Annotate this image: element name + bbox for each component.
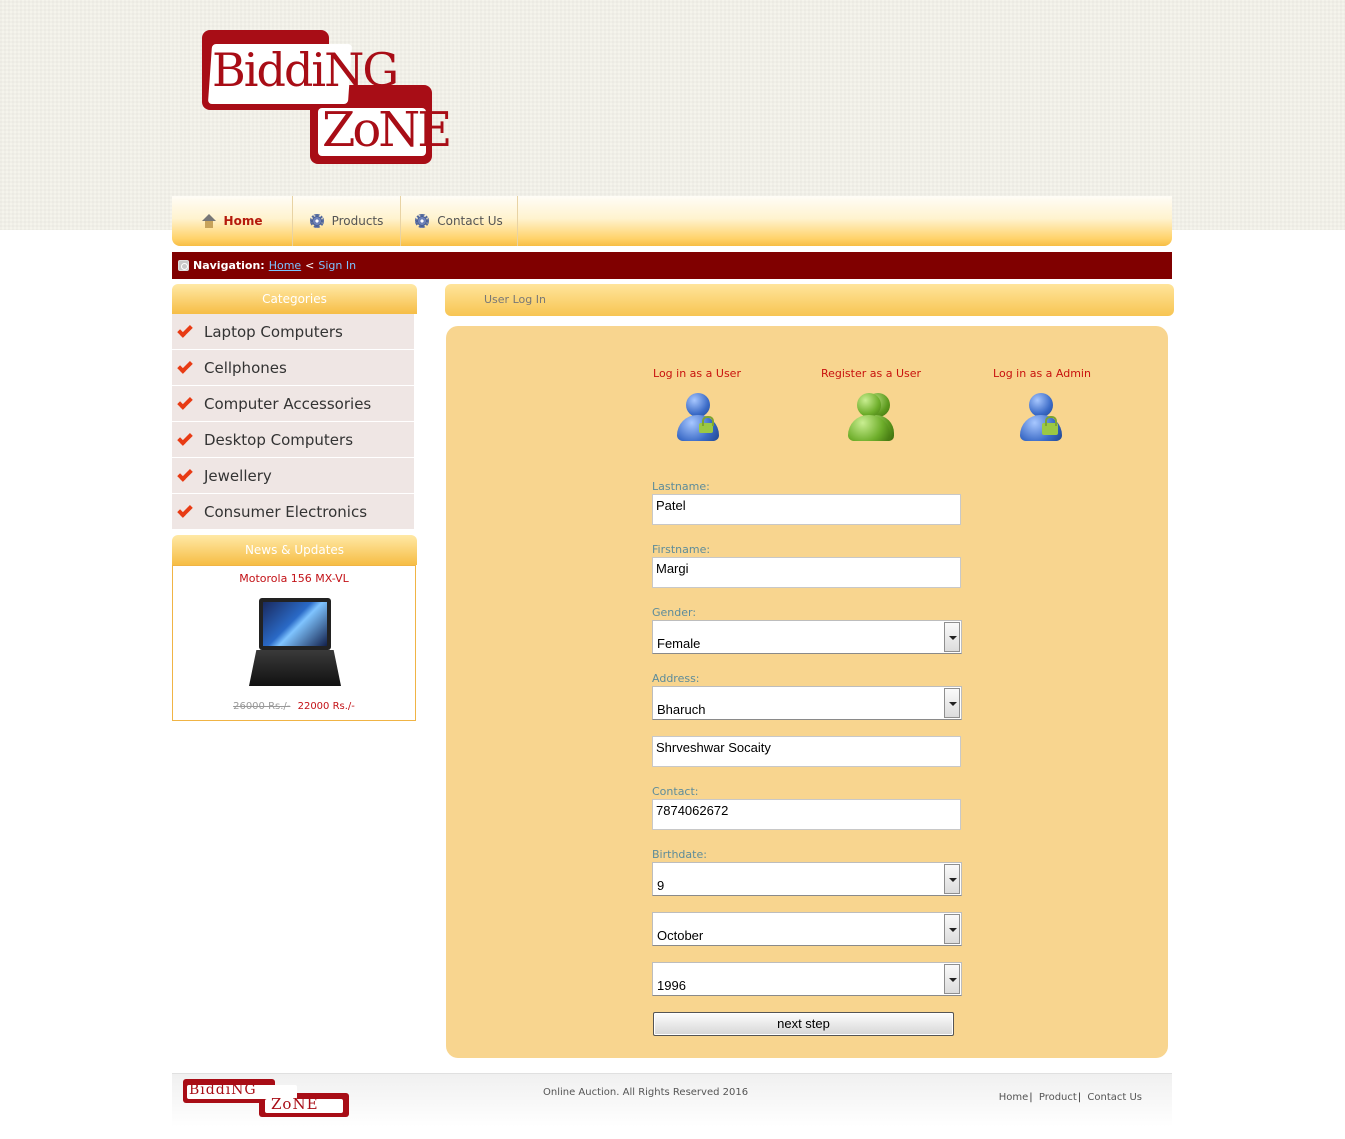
site-logo[interactable]: BiddiNG ZoNE [202, 30, 452, 164]
login-user-link[interactable]: Log in as a User [627, 367, 767, 380]
category-desktop-computers[interactable]: Desktop Computers [172, 422, 414, 457]
nav-contact-us[interactable]: Contact Us [401, 196, 518, 246]
chevron-down-icon[interactable] [944, 964, 960, 994]
breadcrumb-home-link[interactable]: Home [269, 259, 301, 272]
gender-value: Female [657, 636, 701, 651]
lastname-field[interactable]: Patel [652, 494, 961, 525]
check-icon [177, 429, 193, 446]
category-laptop-computers[interactable]: Laptop Computers [172, 314, 414, 349]
footer-logo[interactable]: BiddiNG ZoNE [183, 1079, 349, 1117]
birthdate-label: Birthdate: [652, 848, 707, 861]
breadcrumb-separator: < [305, 259, 315, 272]
laptop-image[interactable] [247, 598, 343, 690]
news-header: News & Updates [172, 535, 417, 565]
gender-select[interactable]: Female [652, 620, 962, 654]
category-cellphones[interactable]: Cellphones [172, 350, 414, 385]
footer-link-product[interactable]: Product [1039, 1092, 1077, 1103]
logo-text-line1: BiddiNG [212, 43, 399, 97]
category-list: Laptop Computers Cellphones Computer Acc… [172, 314, 414, 530]
old-price: 26000 Rs./- [233, 701, 291, 712]
category-computer-accessories[interactable]: Computer Accessories [172, 386, 414, 421]
check-icon [177, 393, 193, 410]
breadcrumb-current: Sign In [318, 259, 357, 272]
address-label: Address: [652, 672, 700, 685]
chevron-down-icon[interactable] [944, 622, 960, 652]
nav-home[interactable]: Home [172, 196, 293, 246]
register-user-icon[interactable] [848, 393, 894, 445]
footer-link-home[interactable]: Home [999, 1092, 1029, 1103]
check-icon [177, 501, 193, 518]
chevron-down-icon[interactable] [944, 688, 960, 718]
page: BiddiNG ZoNE Home Products Contact Us Na… [0, 0, 1345, 1139]
birth-year-select[interactable]: 1996 [652, 962, 962, 996]
gender-label: Gender: [652, 606, 697, 619]
home-icon [201, 214, 216, 228]
category-consumer-electronics[interactable]: Consumer Electronics [172, 494, 414, 529]
birth-day-value: 9 [657, 878, 665, 893]
city-value: Bharuch [657, 702, 706, 717]
category-jewellery[interactable]: Jewellery [172, 458, 414, 493]
admin-login-icon[interactable] [1020, 393, 1066, 445]
user-login-icon[interactable] [677, 393, 723, 445]
login-admin-link[interactable]: Log in as a Admin [972, 367, 1112, 380]
new-price: 22000 Rs./- [297, 701, 355, 712]
street-address-field[interactable]: Shrveshwar Socaity [652, 736, 961, 767]
footer: BiddiNG ZoNE Online Auction. All Rights … [172, 1073, 1172, 1127]
lastname-label: Lastname: [652, 480, 710, 493]
check-icon [177, 321, 193, 338]
categories-header: Categories [172, 284, 417, 314]
birth-month-select[interactable]: October [652, 912, 962, 946]
firstname-label: Firstname: [652, 543, 711, 556]
chevron-down-icon[interactable] [944, 914, 960, 944]
nav-products[interactable]: Products [293, 196, 401, 246]
firstname-field[interactable]: Margi [652, 557, 961, 588]
footer-links: Home| Product| Contact Us [998, 1092, 1142, 1103]
news-product-link[interactable]: Motorola 156 MX-VL [173, 572, 415, 585]
next-step-button[interactable]: next step [653, 1012, 954, 1036]
contact-label: Contact: [652, 785, 699, 798]
navigation-icon [178, 260, 189, 271]
register-user-link[interactable]: Register as a User [801, 367, 941, 380]
gear-icon [415, 214, 430, 228]
breadcrumb-label: Navigation: [193, 259, 265, 272]
footer-link-contact-us[interactable]: Contact Us [1087, 1092, 1142, 1103]
check-icon [177, 465, 193, 482]
gear-icon [309, 214, 324, 228]
birth-day-select[interactable]: 9 [652, 862, 962, 896]
birth-year-value: 1996 [657, 978, 686, 993]
check-icon [177, 357, 193, 374]
copyright-text: Online Auction. All Rights Reserved 2016 [543, 1087, 749, 1098]
birth-month-value: October [657, 928, 704, 943]
breadcrumb: Navigation: Home < Sign In [172, 252, 1172, 279]
news-price: 26000 Rs./- 22000 Rs./- [173, 701, 415, 712]
chevron-down-icon[interactable] [944, 864, 960, 894]
contact-field[interactable]: 7874062672 [652, 799, 961, 830]
page-title: User Log In [445, 284, 1174, 316]
news-box: Motorola 156 MX-VL 26000 Rs./- 22000 Rs.… [172, 565, 416, 721]
city-select[interactable]: Bharuch [652, 686, 962, 720]
logo-text-line2: ZoNE [322, 102, 452, 158]
top-navigation: Home Products Contact Us [172, 196, 1172, 246]
